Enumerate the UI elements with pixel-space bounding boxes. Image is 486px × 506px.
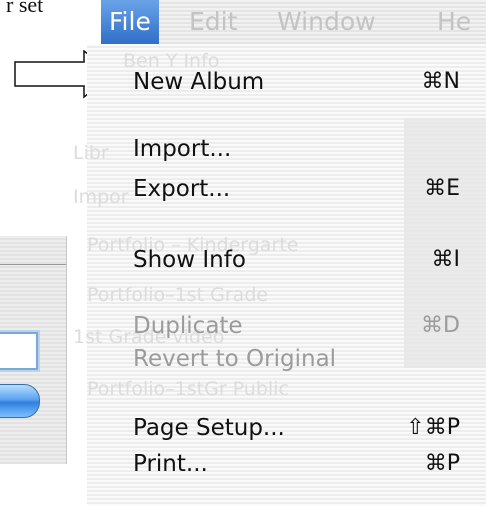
menu-item-shortcut: ⌘P bbox=[424, 451, 460, 476]
menu-edit[interactable]: Edit bbox=[181, 0, 245, 44]
menu-item-new-album[interactable]: New Album ⌘N bbox=[87, 64, 486, 100]
menu-item-label: Show Info bbox=[133, 247, 246, 273]
background-text: Portfolio–1st Grade bbox=[87, 284, 269, 306]
menu-item-revert-to-original: Revert to Original bbox=[87, 341, 486, 377]
menu-item-label: Revert to Original bbox=[133, 346, 337, 372]
menu-file[interactable]: File bbox=[101, 0, 159, 44]
menu-item-label: Page Setup... bbox=[133, 415, 285, 441]
menu-item-shortcut: ⌘E bbox=[424, 176, 460, 201]
menu-item-label: New Album bbox=[133, 69, 265, 95]
menu-item-label: Print... bbox=[133, 451, 208, 477]
menu-item-shortcut: ⌘N bbox=[421, 69, 460, 94]
dialog-divider bbox=[0, 264, 66, 265]
dialog-fragment bbox=[0, 236, 67, 464]
menu-help[interactable]: He bbox=[429, 0, 479, 44]
menu-item-label: Duplicate bbox=[133, 313, 243, 339]
menu-item-import[interactable]: Import... bbox=[87, 131, 486, 167]
background-text: Portfolio–1stGr Public bbox=[87, 378, 289, 400]
menu-item-shortcut: ⇧⌘P bbox=[406, 415, 460, 440]
document-text-fragment: r set bbox=[6, 0, 44, 17]
menu-item-duplicate: Duplicate ⌘D bbox=[87, 308, 486, 344]
menu-item-label: Import... bbox=[133, 136, 232, 162]
menu-item-page-setup[interactable]: Page Setup... ⇧⌘P bbox=[87, 410, 486, 446]
menu-item-shortcut: ⌘D bbox=[421, 313, 460, 338]
menu-window[interactable]: Window bbox=[269, 0, 384, 44]
file-menu-dropdown: Ben Y Info Libr Impor Portfolio – Kinder… bbox=[73, 44, 486, 506]
dialog-default-button[interactable] bbox=[0, 384, 40, 418]
menu-item-shortcut: ⌘I bbox=[431, 247, 461, 272]
menu-item-export[interactable]: Export... ⌘E bbox=[87, 171, 486, 207]
dialog-text-field[interactable] bbox=[0, 332, 38, 370]
menu-item-show-info[interactable]: Show Info ⌘I bbox=[87, 242, 486, 278]
menu-item-label: Export... bbox=[133, 176, 231, 202]
menu-item-print[interactable]: Print... ⌘P bbox=[87, 446, 486, 482]
menu-bar: File Edit Window He bbox=[101, 0, 486, 45]
